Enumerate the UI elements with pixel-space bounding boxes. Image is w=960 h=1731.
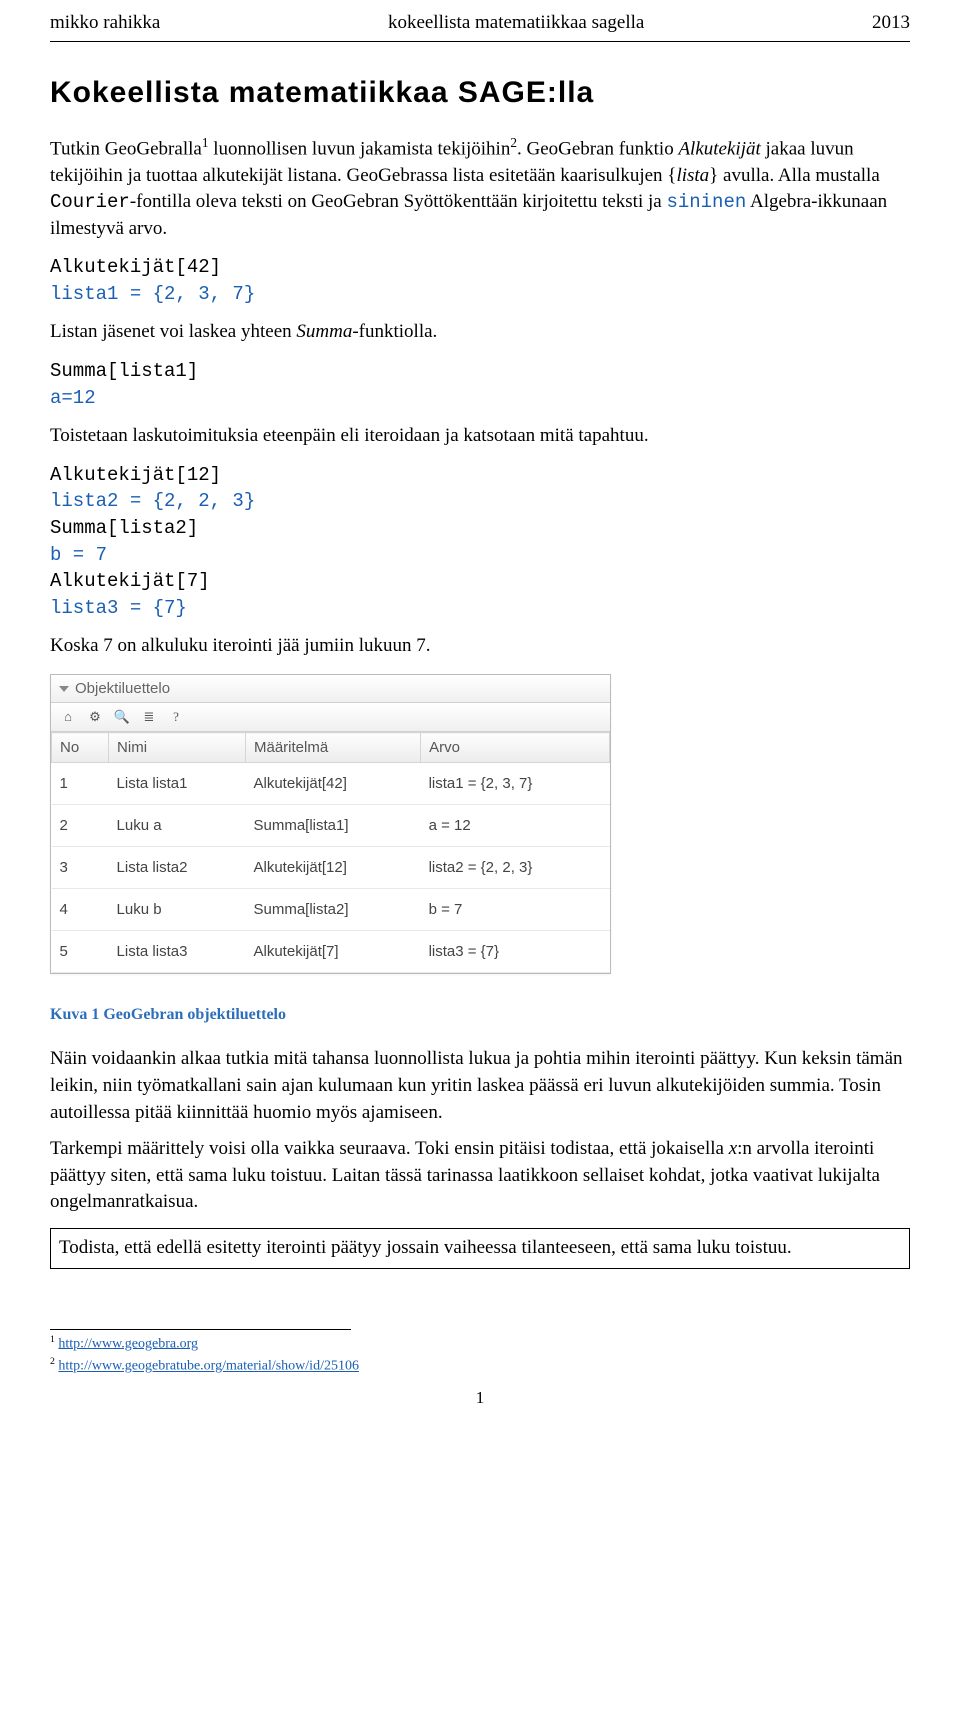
table-row[interactable]: 1 Lista lista1 Alkutekijät[42] lista1 = … <box>52 763 610 805</box>
code-block-1: Alkutekijät[42] lista1 = {2, 3, 7} <box>50 254 910 307</box>
panel-toolbar: ⌂ ⚙ 🔍 ≣ ? <box>51 703 610 732</box>
header-rule <box>50 41 910 42</box>
problem-box: Todista, että edellä esitetty iterointi … <box>50 1228 910 1269</box>
geogebra-object-panel: Objektiluettelo ⌂ ⚙ 🔍 ≣ ? No Nimi Määrit… <box>50 674 611 974</box>
footnote-1: 1 http://www.geogebra.org <box>50 1334 910 1354</box>
figure-caption: Kuva 1 GeoGebran objektiluettelo <box>50 1004 910 1026</box>
panel-titlebar[interactable]: Objektiluettelo <box>51 675 610 703</box>
paragraph-5: Näin voidaankin alkaa tutkia mitä tahans… <box>50 1046 910 1126</box>
table-row[interactable]: 5 Lista lista3 Alkutekijät[7] lista3 = {… <box>52 931 610 973</box>
table-row[interactable]: 3 Lista lista2 Alkutekijät[12] lista2 = … <box>52 847 610 889</box>
footnote-separator <box>50 1329 351 1330</box>
col-no[interactable]: No <box>52 733 109 763</box>
panel-title: Objektiluettelo <box>75 678 170 699</box>
page-number: 1 <box>50 1386 910 1410</box>
col-arvo[interactable]: Arvo <box>421 733 610 763</box>
paragraph-3: Toistetaan laskutoimituksia eteenpäin el… <box>50 423 910 450</box>
search-icon[interactable]: 🔍 <box>109 705 135 729</box>
paragraph-4: Koska 7 on alkuluku iterointi jää jumiin… <box>50 633 910 660</box>
page-title: Kokeellista matematiikkaa SAGE:lla <box>50 72 910 114</box>
list-icon[interactable]: ≣ <box>136 705 162 729</box>
footnote-link-1[interactable]: http://www.geogebra.org <box>58 1336 198 1351</box>
help-icon[interactable]: ? <box>163 705 189 729</box>
table-row[interactable]: 4 Luku b Summa[lista2] b = 7 <box>52 889 610 931</box>
paragraph-2: Listan jäsenet voi laskea yhteen Summa-f… <box>50 319 910 346</box>
collapse-icon[interactable] <box>59 686 69 692</box>
gear-icon[interactable]: ⚙ <box>82 705 108 729</box>
col-def[interactable]: Määritelmä <box>246 733 421 763</box>
header-center: kokeellista matematiikkaa sagella <box>160 10 872 37</box>
header-left: mikko rahikka <box>50 10 160 37</box>
footnote-link-2[interactable]: http://www.geogebratube.org/material/sho… <box>58 1359 359 1374</box>
header-right: 2013 <box>872 10 910 37</box>
footnote-2: 2 http://www.geogebratube.org/material/s… <box>50 1356 910 1376</box>
code-block-2: Summa[lista1] a=12 <box>50 358 910 411</box>
code-block-3: Alkutekijät[12] lista2 = {2, 2, 3} Summa… <box>50 462 910 622</box>
home-icon[interactable]: ⌂ <box>55 705 81 729</box>
object-table: No Nimi Määritelmä Arvo 1 Lista lista1 A… <box>51 732 610 973</box>
paragraph-1: Tutkin GeoGebralla1 luonnollisen luvun j… <box>50 134 910 243</box>
page-header: mikko rahikka kokeellista matematiikkaa … <box>50 10 910 37</box>
table-row[interactable]: 2 Luku a Summa[lista1] a = 12 <box>52 805 610 847</box>
col-nimi[interactable]: Nimi <box>109 733 246 763</box>
paragraph-6: Tarkempi määrittely voisi olla vaikka se… <box>50 1136 910 1216</box>
